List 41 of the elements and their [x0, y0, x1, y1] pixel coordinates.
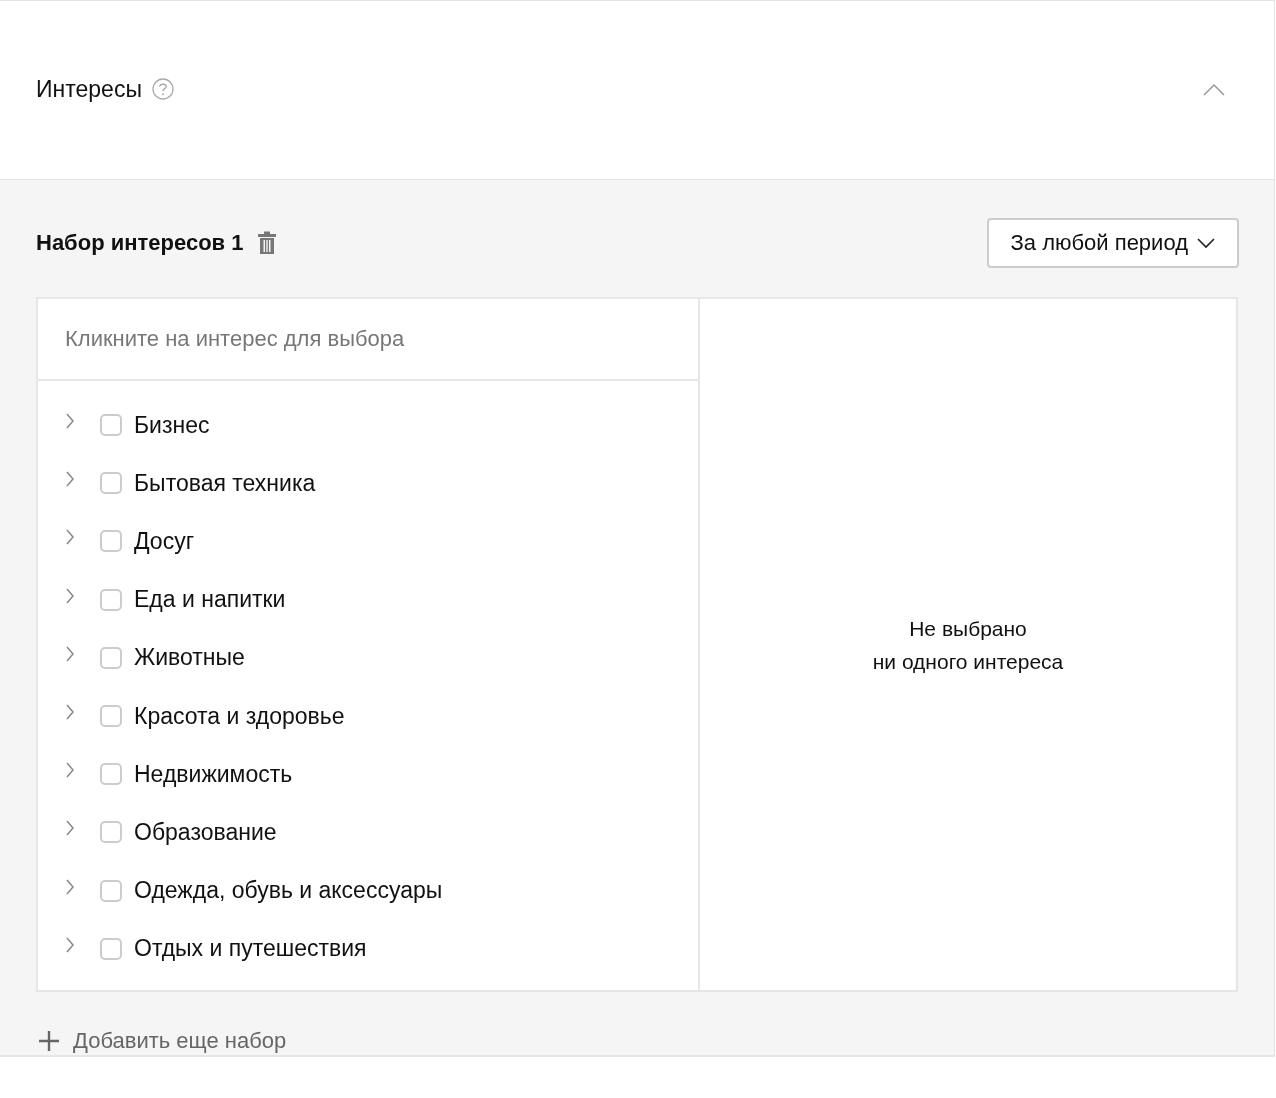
- checkbox[interactable]: [100, 646, 122, 669]
- caret-icon[interactable]: [1197, 237, 1215, 249]
- chevron-icon[interactable]: [65, 820, 75, 837]
- chevron-icon[interactable]: [65, 762, 75, 779]
- interest-label[interactable]: Еда и напитки: [134, 586, 286, 614]
- chevron-icon[interactable]: [65, 471, 75, 488]
- chevron-icon[interactable]: [65, 413, 75, 430]
- help-icon: [151, 78, 174, 100]
- chevron-icon[interactable]: [65, 936, 75, 953]
- set-title: Набор интересов 1: [36, 230, 244, 256]
- checkbox[interactable]: [100, 414, 122, 437]
- interest-label[interactable]: Бытовая техника: [134, 469, 316, 497]
- interest-label[interactable]: Одежда, обувь и аксессуары: [134, 877, 443, 905]
- checkbox[interactable]: [100, 705, 122, 728]
- picker-hint: Кликните на интерес для выбора: [38, 299, 698, 381]
- period-dropdown[interactable]: За любой период: [986, 218, 1239, 268]
- collapse-icon[interactable]: [1203, 83, 1225, 97]
- checkbox[interactable]: [100, 821, 122, 844]
- interest-label[interactable]: Недвижимость: [134, 760, 293, 788]
- interest-label[interactable]: Досуг: [134, 527, 194, 555]
- trash-icon[interactable]: [257, 231, 278, 255]
- interest-label[interactable]: Образование: [134, 818, 277, 846]
- chevron-icon[interactable]: [65, 587, 75, 604]
- chevron-icon[interactable]: [65, 529, 75, 546]
- checkbox[interactable]: [100, 763, 122, 786]
- checkbox[interactable]: [100, 588, 122, 611]
- interest-label[interactable]: Бизнес: [134, 411, 210, 439]
- interest-label[interactable]: Животные: [134, 644, 245, 672]
- section-title: Интересы: [36, 75, 142, 103]
- chevron-icon[interactable]: [65, 645, 75, 662]
- checkbox[interactable]: [100, 879, 122, 902]
- checkbox[interactable]: [100, 472, 122, 495]
- empty-message: Не выбрано ни одного интереса: [872, 615, 1064, 675]
- interest-label[interactable]: Отдых и путешествия: [134, 935, 367, 963]
- chevron-icon[interactable]: [65, 878, 75, 895]
- plus-icon[interactable]: [39, 1031, 59, 1051]
- checkbox[interactable]: [100, 530, 122, 553]
- interest-label[interactable]: Красота и здоровье: [134, 702, 345, 730]
- checkbox[interactable]: [100, 937, 122, 960]
- chevron-icon[interactable]: [65, 704, 75, 721]
- add-set-button[interactable]: Добавить еще набор: [36, 1028, 287, 1054]
